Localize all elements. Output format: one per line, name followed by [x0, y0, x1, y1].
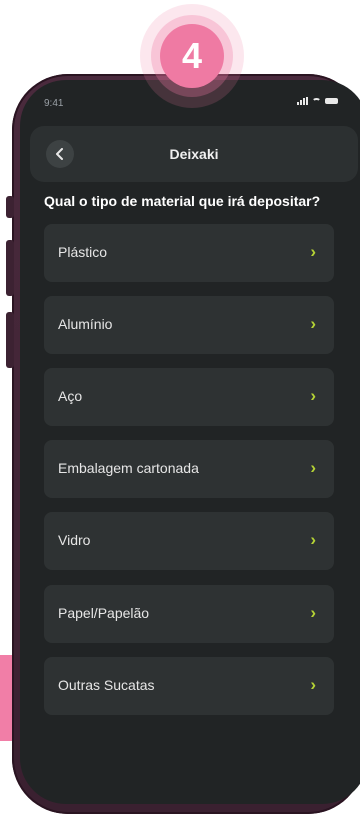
wifi-icon	[312, 97, 321, 105]
option-outras-sucatas[interactable]: Outras Sucatas ›	[44, 657, 334, 715]
option-label: Outras Sucatas	[58, 677, 155, 693]
option-aco[interactable]: Aço ›	[44, 368, 334, 426]
question-heading: Qual o tipo de material que irá deposita…	[44, 193, 321, 209]
chevron-right-icon: ›	[310, 675, 316, 694]
option-vidro[interactable]: Vidro ›	[44, 512, 334, 570]
page-title: Deixaki	[169, 146, 219, 162]
chevron-right-icon: ›	[310, 458, 316, 477]
option-label: Embalagem cartonada	[58, 460, 199, 476]
chevron-right-icon: ›	[310, 242, 316, 261]
chevron-right-icon: ›	[310, 603, 316, 622]
phone-screen: 9:41 Deixaki Qual o tipo de material que…	[20, 80, 360, 804]
chevron-right-icon: ›	[310, 314, 316, 333]
option-embalagem-cartonada[interactable]: Embalagem cartonada ›	[44, 440, 334, 498]
battery-icon	[325, 98, 338, 104]
phone-side-button	[6, 312, 14, 368]
option-label: Alumínio	[58, 316, 113, 332]
phone-side-button	[6, 240, 14, 296]
option-label: Aço	[58, 388, 83, 404]
option-label: Papel/Papelão	[58, 605, 150, 621]
option-plastico[interactable]: Plástico ›	[44, 224, 334, 282]
status-time: 9:41	[44, 98, 64, 109]
chevron-right-icon: ›	[310, 386, 316, 405]
option-label: Plástico	[58, 244, 108, 260]
status-icons	[297, 97, 338, 105]
signal-icon	[297, 97, 308, 105]
step-badge: 4	[160, 24, 224, 88]
app-header: Deixaki	[30, 126, 358, 182]
chevron-right-icon: ›	[310, 530, 316, 549]
option-aluminio[interactable]: Alumínio ›	[44, 296, 334, 354]
option-papel-papelao[interactable]: Papel/Papelão ›	[44, 585, 334, 643]
option-label: Vidro	[58, 532, 91, 548]
phone-side-button	[6, 196, 14, 218]
